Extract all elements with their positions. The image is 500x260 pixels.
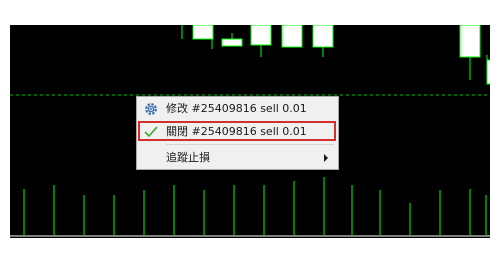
candle-body xyxy=(486,59,490,85)
candle-body xyxy=(312,25,334,48)
close-order-label: 關閉 #25409816 sell 0.01 xyxy=(166,125,307,138)
menu-separator xyxy=(166,144,334,145)
candle-body xyxy=(221,38,243,47)
chevron-right-icon xyxy=(324,154,328,162)
candle-body xyxy=(192,25,214,40)
candle-body xyxy=(281,25,303,48)
candle-body xyxy=(459,25,481,58)
checkmark-icon xyxy=(143,124,159,140)
close-order-menu-item[interactable]: 關閉 #25409816 sell 0.01 xyxy=(137,121,338,143)
modify-order-menu-item[interactable]: 修改 #25409816 sell 0.01 xyxy=(137,98,338,120)
modify-order-label: 修改 #25409816 sell 0.01 xyxy=(166,102,307,115)
trailing-stop-label: 追蹤止損 xyxy=(166,151,210,164)
candle-body xyxy=(250,25,272,46)
gear-icon xyxy=(143,101,159,117)
context-menu: 修改 #25409816 sell 0.01 關閉 #25409816 sell… xyxy=(136,96,339,170)
trailing-stop-menu-item[interactable]: 追蹤止損 xyxy=(137,147,338,169)
